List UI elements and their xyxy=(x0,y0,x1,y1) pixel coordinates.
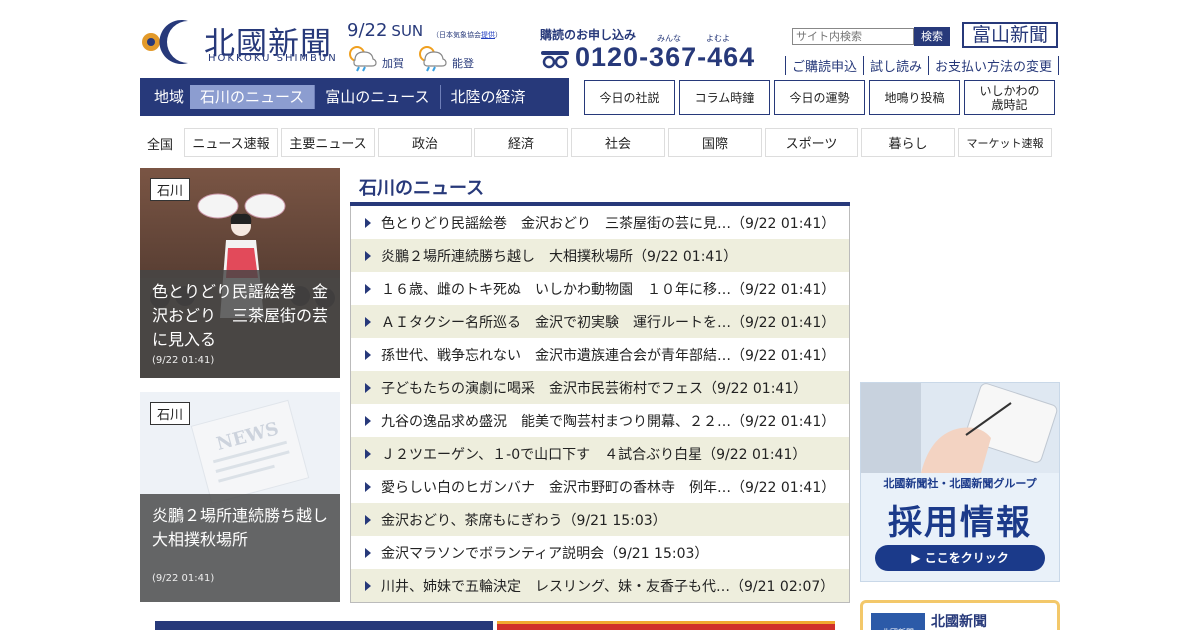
news-list-item[interactable]: ＡＩタクシー名所巡る 金沢で初実験 運行ルートを…（9/22 01:41） xyxy=(351,305,849,338)
fortune-button[interactable]: 今日の運勢 xyxy=(774,80,865,115)
bullet-arrow-icon xyxy=(365,283,371,294)
category-nav-label: 全国 xyxy=(147,138,174,153)
news-list-item[interactable]: 金沢マラソンでボランティア説明会（9/21 15:03） xyxy=(351,536,849,569)
recruit-title: 採用情報 xyxy=(888,503,1032,543)
card-time: (9/22 01:41) xyxy=(152,573,215,584)
sun-rain-icon xyxy=(419,46,447,72)
news-list-item[interactable]: 色とりどり民謡絵巻 金沢おどり 三茶屋街の芸に見…（9/22 01:41） xyxy=(351,206,849,239)
bottom-banner-left[interactable] xyxy=(155,621,493,630)
hokkoku-shimbun-box[interactable]: 北國新聞 北國新聞 xyxy=(860,600,1060,630)
weather-area-noto: 能登 xyxy=(452,57,474,70)
card-time: (9/22 01:41) xyxy=(152,355,215,366)
subscription-links: ご購読申込 試し読み お支払い方法の変更 xyxy=(785,56,1060,75)
sun-rain-icon xyxy=(349,46,377,72)
news-list-item[interactable]: 子どもたちの演劇に喝采 金沢市民芸術村でフェス（9/22 01:41） xyxy=(351,371,849,404)
region-tag: 石川 xyxy=(150,178,191,201)
cat-main-news[interactable]: 主要ニュース xyxy=(281,128,375,157)
recruitment-banner[interactable]: 北國新聞社・北國新聞グループ 採用情報 ▶ ここをクリック xyxy=(860,382,1060,582)
news-list-item[interactable]: 炎鵬２場所連続勝ち越し 大相撲秋場所（9/22 01:41） xyxy=(351,239,849,272)
cat-economy[interactable]: 経済 xyxy=(474,128,568,157)
news-list-item[interactable]: 孫世代、戦争忘れない 金沢市遺族連合会が青年部結…（9/22 01:41） xyxy=(351,338,849,371)
news-section-heading: 石川のニュース xyxy=(359,178,485,199)
news-list-item[interactable]: １６歳、雌のトキ死ぬ いしかわ動物園 １０年に移…（9/22 01:41） xyxy=(351,272,849,305)
hand-tablet-photo xyxy=(861,383,1059,473)
card-caption: 炎鵬２場所連続勝ち越し 大相撲秋場所 (9/22 01:41) xyxy=(140,494,340,602)
search-input[interactable] xyxy=(792,28,914,45)
featured-news-card[interactable]: 石川 色とりどり民謡絵巻 金沢おどり 三茶屋街の芸に見入る (9/22 01:4… xyxy=(140,168,340,378)
weekday-text: SUN xyxy=(391,22,424,40)
bullet-arrow-icon xyxy=(365,481,371,492)
newspaper-icon: 北國新聞 xyxy=(871,613,925,630)
tab-toyama-news[interactable]: 富山のニュース xyxy=(315,85,441,109)
region-nav: 地域 石川のニュース 富山のニュース 北陸の経済 xyxy=(140,78,569,116)
free-dial-icon xyxy=(541,51,569,69)
toyama-shimbun-button[interactable]: 富山新聞 xyxy=(962,22,1058,48)
card-title: 色とりどり民謡絵巻 金沢おどり 三茶屋街の芸に見入る xyxy=(152,282,329,349)
subscribe-link[interactable]: ご購読申込 xyxy=(785,56,863,75)
logo-subtext: HOKKOKU SHIMBUN xyxy=(208,53,338,64)
weather-area-kaga: 加賀 xyxy=(382,57,404,70)
hokkoku-box-title: 北國新聞 xyxy=(931,614,987,630)
payment-change-link[interactable]: お支払い方法の変更 xyxy=(928,56,1060,75)
cat-politics[interactable]: 政治 xyxy=(378,128,472,157)
phone-number[interactable]: 0120-367-464 xyxy=(575,42,755,73)
cat-international[interactable]: 国際 xyxy=(668,128,762,157)
weather-source-link[interactable]: 提供 xyxy=(481,31,495,39)
featured-news-card[interactable]: NEWS 石川 炎鵬２場所連続勝ち越し 大相撲秋場所 (9/22 01:41) xyxy=(140,392,340,602)
date-display: 9/22 SUN xyxy=(347,20,423,41)
news-list: 色とりどり民謡絵巻 金沢おどり 三茶屋街の芸に見…（9/22 01:41） 炎鵬… xyxy=(350,206,850,603)
subscribe-title: 購読のお申し込み xyxy=(540,28,637,42)
search-button[interactable]: 検索 xyxy=(914,27,950,46)
bullet-arrow-icon xyxy=(365,415,371,426)
seasonal-events-button[interactable]: いしかわの 歳時記 xyxy=(964,80,1055,115)
region-nav-label: 地域 xyxy=(154,88,185,106)
weather-source: （日本気象協会提供） xyxy=(432,31,502,39)
logo-mark-icon xyxy=(142,20,196,64)
bullet-arrow-icon xyxy=(365,514,371,525)
cat-market[interactable]: マーケット速報 xyxy=(958,128,1052,157)
cat-breaking-news[interactable]: ニュース速報 xyxy=(184,128,278,157)
date-text: 9/22 xyxy=(347,20,388,41)
bullet-arrow-icon xyxy=(365,580,371,591)
bullet-arrow-icon xyxy=(365,217,371,228)
card-title: 炎鵬２場所連続勝ち越し 大相撲秋場所 xyxy=(152,506,340,549)
recruit-click-button[interactable]: ▶ ここをクリック xyxy=(875,545,1045,571)
bullet-arrow-icon xyxy=(365,316,371,327)
cat-sports[interactable]: スポーツ xyxy=(765,128,858,157)
tab-ishikawa-news[interactable]: 石川のニュース xyxy=(190,85,316,109)
news-list-item[interactable]: 金沢おどり、茶席もにぎわう（9/21 15:03） xyxy=(351,503,849,536)
card-caption: 色とりどり民謡絵巻 金沢おどり 三茶屋街の芸に見入る (9/22 01:41) xyxy=(140,270,340,378)
bullet-arrow-icon xyxy=(365,349,371,360)
news-list-item[interactable]: 九谷の逸品求め盛況 能美で陶芸村まつり開幕、２２…（9/22 01:41） xyxy=(351,404,849,437)
editorial-button[interactable]: 今日の社説 xyxy=(584,80,675,115)
tab-hokuriku-economy[interactable]: 北陸の経済 xyxy=(441,85,536,109)
recruit-subtitle: 北國新聞社・北國新聞グループ xyxy=(883,477,1037,490)
column-jisho-button[interactable]: コラム時鐘 xyxy=(679,80,770,115)
news-list-item[interactable]: Ｊ２ツエーゲン、１-0で山口下す ４試合ぶり白星（9/22 01:41） xyxy=(351,437,849,470)
news-list-item[interactable]: 愛らしい白のヒガンバナ 金沢市野町の香林寺 例年…（9/22 01:41） xyxy=(351,470,849,503)
reader-post-button[interactable]: 地鳴り投稿 xyxy=(869,80,960,115)
bullet-arrow-icon xyxy=(365,250,371,261)
news-list-item[interactable]: 川井、姉妹で五輪決定 レスリング、妹・友香子も代…（9/21 02:07） xyxy=(351,569,849,602)
bottom-banner-right[interactable] xyxy=(497,621,835,630)
region-tag: 石川 xyxy=(150,402,191,425)
cat-society[interactable]: 社会 xyxy=(571,128,665,157)
bullet-arrow-icon xyxy=(365,382,371,393)
trial-link[interactable]: 試し読み xyxy=(863,56,928,75)
cat-living[interactable]: 暮らし xyxy=(861,128,955,157)
bullet-arrow-icon xyxy=(365,547,371,558)
bullet-arrow-icon xyxy=(365,448,371,459)
